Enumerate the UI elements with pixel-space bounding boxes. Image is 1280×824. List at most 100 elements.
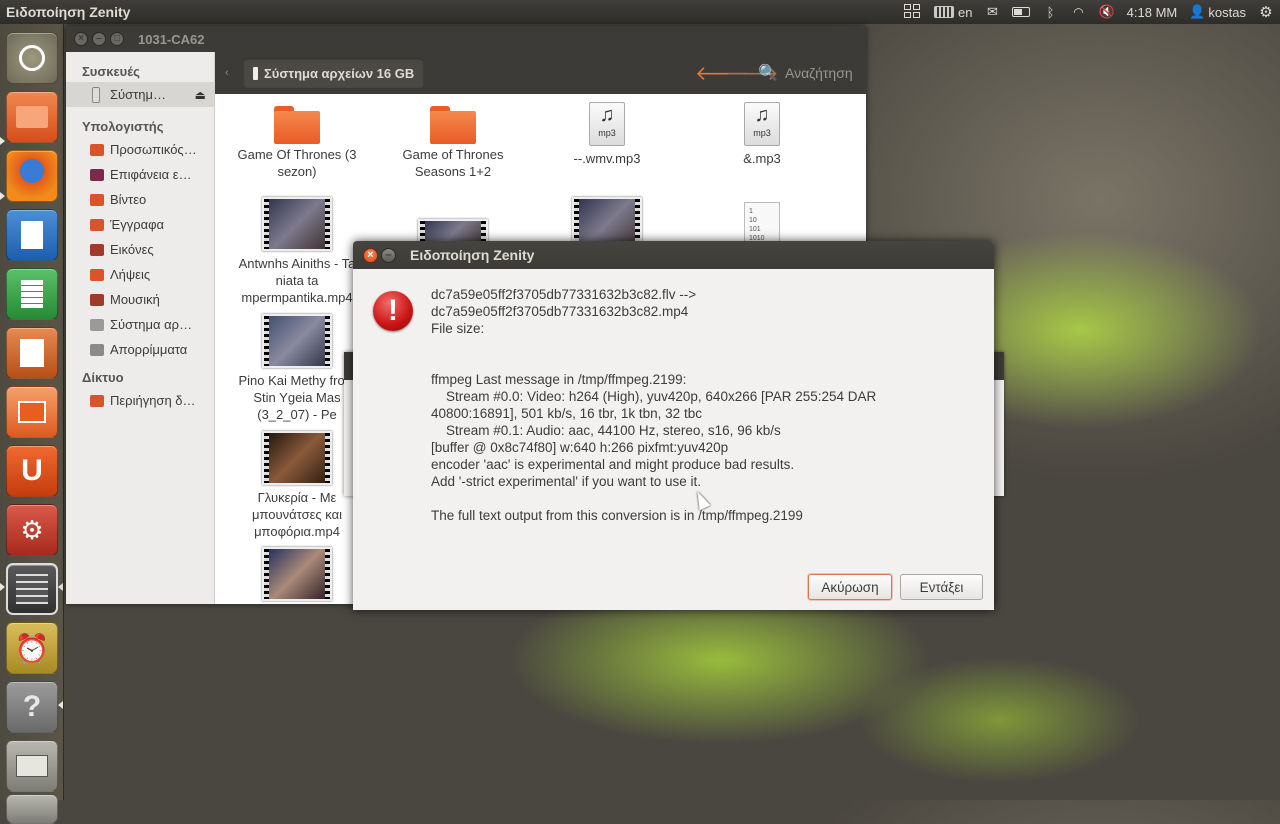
usb-drive-icon	[253, 66, 258, 80]
folder-icon	[90, 218, 104, 231]
sidebar-item[interactable]: Λήψεις	[66, 262, 214, 287]
folder-icon	[90, 318, 104, 331]
mail-icon[interactable]: ✉	[984, 4, 1000, 20]
active-app-title: Ειδοποίηση Zenity	[6, 4, 131, 20]
file-item[interactable]	[227, 547, 367, 604]
search-icon[interactable]: 🔍	[758, 63, 778, 83]
sidebar-item-label: Σύστημα αρ…	[110, 317, 193, 332]
alarm-clock-icon[interactable]: ⏰	[6, 622, 58, 674]
fm-window-title: 1031-CA62	[138, 31, 205, 47]
file-item[interactable]: ♫ mp3 &.mp3	[692, 102, 832, 167]
fm-titlebar[interactable]: × – □ 1031-CA62	[66, 26, 866, 52]
folder-icon	[90, 243, 104, 256]
path-back-arrow-icon[interactable]: ‹	[225, 67, 229, 79]
file-name: Γλυκερία - Με μπουνάτσες και μποφόρια.mp…	[251, 490, 343, 539]
sidebar-item-label: Εικόνες	[110, 242, 154, 257]
sidebar-item-label: Προσωπικός…	[110, 142, 197, 157]
sidebar-item[interactable]: Έγγραφα	[66, 212, 214, 237]
audio-file-icon: ♫ mp3	[744, 102, 780, 146]
user-menu[interactable]: 👤 kostas	[1189, 4, 1246, 20]
sidebar-item[interactable]: Μουσική	[66, 287, 214, 312]
firefox-icon[interactable]	[6, 150, 58, 202]
file-item[interactable]: Game Of Thrones (3 sezon)	[227, 106, 367, 180]
folder-icon	[90, 394, 104, 407]
computer-header: Υπολογιστής	[82, 119, 164, 134]
fm-toolbar: ‹ Σύστημα αρχείων 16 GB 🡐 🡒 🔍 Αναζήτηση	[215, 52, 866, 94]
impress-icon[interactable]	[6, 327, 58, 379]
writer-icon[interactable]	[6, 209, 58, 261]
file-name: --.wmv.mp3	[573, 151, 641, 166]
sidebar-item-label: Λήψεις	[110, 267, 151, 282]
dialog-titlebar[interactable]: × – Ειδοποίηση Zenity	[353, 241, 994, 269]
folder-icon	[90, 193, 104, 206]
folder-icon	[274, 106, 320, 144]
keyboard-indicator[interactable]: en	[934, 4, 972, 20]
file-name: Antwnhs Ainiths - Ta niata ta mpermpanti…	[238, 256, 356, 305]
keyboard-layout-label: en	[958, 4, 973, 20]
sidebar-item-filesystem-device[interactable]: Σύστημ… ⏏	[66, 82, 214, 107]
file-item[interactable]: Antwnhs Ainiths - Ta niata ta mpermpanti…	[227, 197, 367, 306]
system-settings-icon[interactable]: ⚙	[6, 504, 58, 556]
eject-icon[interactable]: ⏏	[195, 88, 206, 102]
clock[interactable]: 4:18 ΜΜ	[1127, 5, 1178, 20]
fm-sidebar: Συσκευές Σύστημ… ⏏ Υπολογιστής Προσωπικό…	[66, 52, 215, 604]
sidebar-item[interactable]: Βίντεο	[66, 187, 214, 212]
user-name: kostas	[1208, 4, 1246, 20]
dash-home-icon[interactable]	[6, 32, 58, 84]
path-label: Σύστημα αρχείων 16 GB	[264, 65, 415, 81]
dialog-title: Ειδοποίηση Zenity	[410, 247, 535, 263]
sidebar-item-label: Έγγραφα	[110, 217, 165, 232]
user-icon: 👤	[1189, 4, 1206, 19]
ok-button[interactable]: Εντάξει	[900, 574, 983, 600]
ubuntu-one-icon[interactable]: U	[6, 445, 58, 497]
session-gear-icon[interactable]: ⚙	[1258, 4, 1274, 21]
sidebar-item[interactable]: Περιήγηση δ…	[66, 388, 214, 413]
cancel-button[interactable]: Ακύρωση	[808, 574, 892, 600]
dialog-minimize-icon[interactable]: –	[381, 247, 396, 263]
audio-file-icon: ♫ mp3	[589, 102, 625, 146]
sidebar-item[interactable]: Προσωπικός…	[66, 137, 214, 162]
folder-icon	[90, 343, 104, 356]
wifi-icon[interactable]: ◠	[1070, 4, 1086, 20]
workspaces-icon[interactable]	[904, 4, 922, 20]
files-launcher-icon[interactable]	[6, 91, 58, 143]
video-thumbnail	[262, 431, 332, 485]
workspace-switcher-icon[interactable]	[6, 563, 58, 615]
fm-minimize-icon[interactable]: –	[92, 32, 106, 46]
battery-icon[interactable]	[1012, 4, 1031, 20]
removable-drive-icon[interactable]	[6, 740, 58, 792]
search-label[interactable]: Αναζήτηση	[785, 65, 853, 81]
volume-muted-icon[interactable]: 🔇	[1098, 4, 1114, 20]
video-thumbnail	[262, 547, 332, 601]
bluetooth-icon[interactable]: ᛒ	[1042, 4, 1058, 20]
path-bar-button[interactable]: Σύστημα αρχείων 16 GB	[243, 58, 425, 88]
folder-icon	[90, 168, 104, 181]
sidebar-item[interactable]: Σύστημα αρ…	[66, 312, 214, 337]
sidebar-item-label: Σύστημ…	[110, 87, 167, 102]
removable-drive-2-icon[interactable]	[6, 794, 58, 824]
devices-header: Συσκευές	[82, 64, 140, 79]
file-name: &.mp3	[743, 151, 781, 166]
video-thumbnail	[262, 197, 332, 251]
file-item[interactable]: Game of Thrones Seasons 1+2	[383, 106, 523, 180]
fm-close-icon[interactable]: ×	[74, 32, 88, 46]
fm-maximize-icon[interactable]: □	[110, 32, 124, 46]
keyboard-icon	[934, 6, 954, 18]
video-thumbnail	[262, 314, 332, 368]
dialog-close-icon[interactable]: ×	[363, 247, 378, 263]
network-header: Δίκτυο	[82, 370, 124, 385]
calc-icon[interactable]	[6, 268, 58, 320]
usb-drive-icon	[92, 86, 100, 103]
file-item[interactable]: 1 10 101 1010	[692, 202, 832, 246]
file-item[interactable]: ♫ mp3 --.wmv.mp3	[537, 102, 677, 167]
sidebar-item[interactable]: Απορρίμματα	[66, 337, 214, 362]
error-icon: !	[373, 291, 413, 331]
text-file-icon: 1 10 101 1010	[744, 202, 780, 246]
sidebar-item[interactable]: Επιφάνεια ε…	[66, 162, 214, 187]
sidebar-item-label: Περιήγηση δ…	[110, 393, 196, 408]
help-icon[interactable]: ?	[6, 681, 58, 733]
folder-icon	[430, 106, 476, 144]
software-center-icon[interactable]	[6, 386, 58, 438]
sidebar-item-label: Επιφάνεια ε…	[110, 167, 192, 182]
sidebar-item[interactable]: Εικόνες	[66, 237, 214, 262]
